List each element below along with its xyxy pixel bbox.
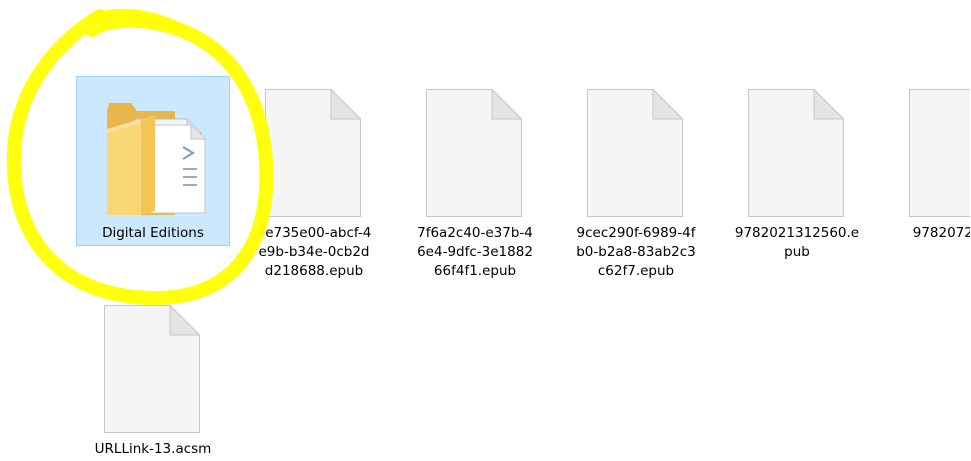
file-name-label: 4e735e00-abcf-4 e9b-b34e-0cb2d d218688.e… — [256, 225, 372, 279]
file-item-97820729[interactable]: 97820729: pul — [881, 76, 971, 246]
file-name-label: 9cec290f-6989-4f b0-b2a8-83ab2c3 c62f7.e… — [576, 225, 696, 279]
file-icon — [748, 89, 844, 217]
file-name-label: URLLink-13.acsm — [94, 441, 212, 457]
file-item-4e735e00[interactable]: 4e735e00-abcf-4 e9b-b34e-0cb2d d218688.e… — [237, 76, 391, 279]
file-item-9782021312560[interactable]: 9782021312560.e pub — [720, 76, 874, 260]
file-name-label: 97820729: pul — [912, 225, 970, 245]
folder-item-digital-editions[interactable]: Digital Editions — [76, 76, 230, 246]
file-icon — [909, 89, 970, 217]
file-name-label: 9782021312560.e pub — [734, 225, 860, 260]
file-icon — [104, 305, 200, 433]
folder-icon — [107, 103, 206, 215]
file-name-label: 7f6a2c40-e37b-4 6e4-9dfc-3e1882 66f4f1.e… — [417, 225, 533, 279]
file-explorer-view: Digital Editions 4e735e00-abcf-4 e9b-b34… — [0, 0, 971, 461]
file-item-urllink-13[interactable]: URLLink-13.acsm — [76, 292, 230, 461]
file-icon — [426, 89, 522, 217]
file-item-9cec290f[interactable]: 9cec290f-6989-4f b0-b2a8-83ab2c3 c62f7.e… — [559, 76, 713, 279]
file-icon — [587, 89, 683, 217]
file-item-7f6a2c40[interactable]: 7f6a2c40-e37b-4 6e4-9dfc-3e1882 66f4f1.e… — [398, 76, 552, 279]
folder-name-label: Digital Editions — [102, 225, 204, 241]
file-icon — [265, 89, 361, 217]
